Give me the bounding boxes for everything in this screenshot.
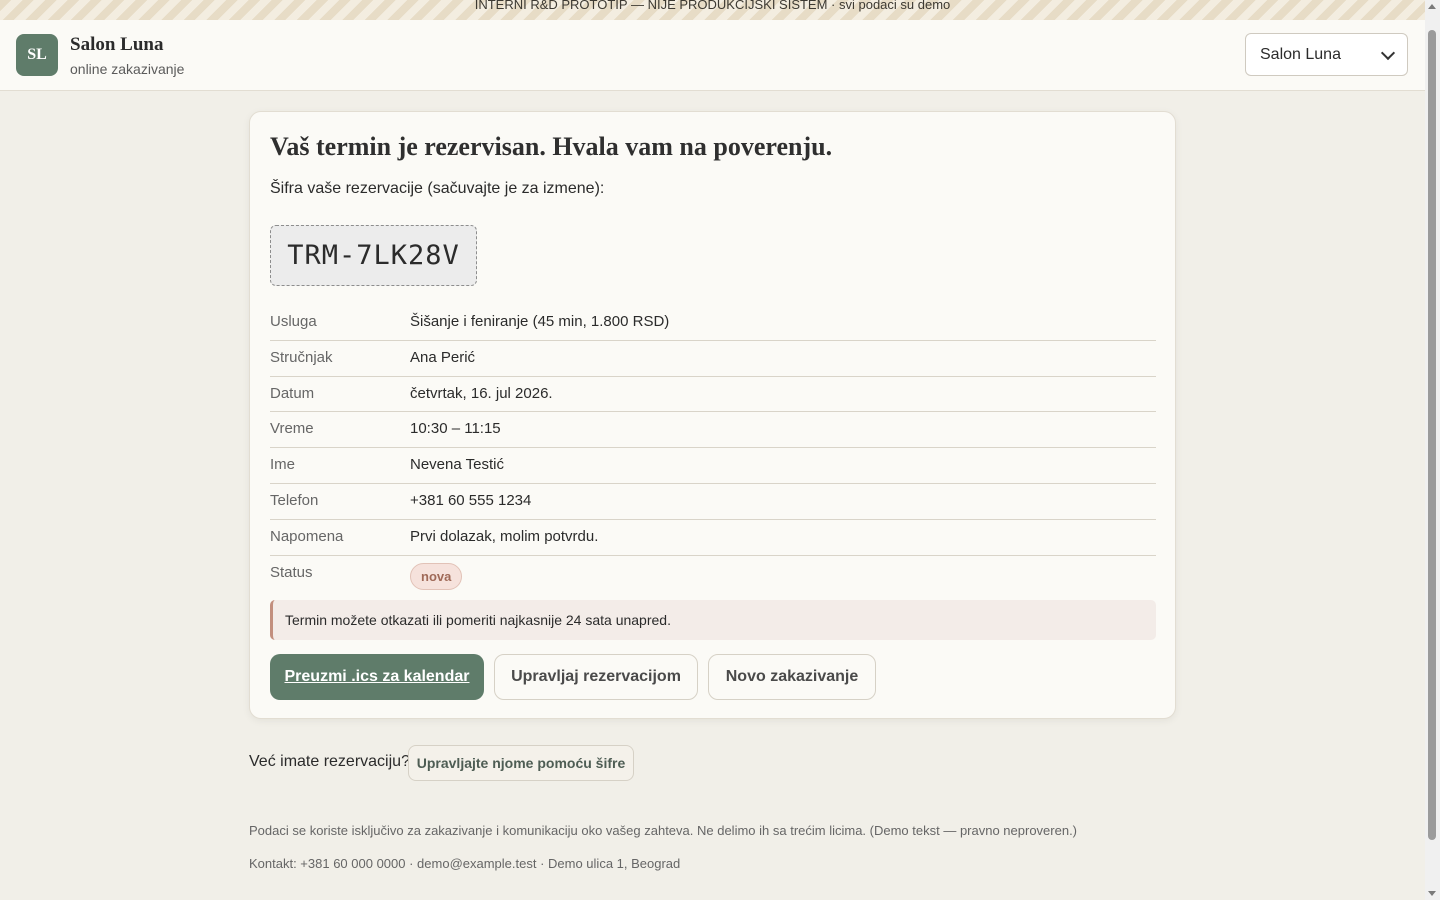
vertical-scrollbar[interactable] (1425, 0, 1440, 900)
detail-label: Usluga (270, 313, 317, 330)
detail-label: Stručnjak (270, 348, 333, 366)
contact-info: Kontakt: +381 60 000 0000 · demo@example… (249, 856, 681, 871)
scroll-up-icon[interactable] (1428, 4, 1436, 9)
prototype-banner: INTERNI R&D PROTOTIP — NIJE PRODUKCIJSKI… (0, 0, 1425, 21)
code-intro: Šifra vaše rezervacije (sačuvajte je za … (270, 180, 605, 197)
detail-row-name: Ime Nevena Testić (270, 448, 1156, 484)
detail-value: 10:30 – 11:15 (410, 420, 501, 438)
brand-subtitle: online zakazivanje (70, 61, 185, 77)
detail-label: Datum (270, 384, 315, 402)
new-booking-button[interactable]: Novo zakazivanje (708, 654, 876, 700)
detail-value: četvrtak, 16. jul 2026. (410, 384, 553, 402)
existing-reservation-text: Već imate rezervaciju? (249, 753, 410, 770)
salon-select-value: Salon Luna (1260, 45, 1341, 63)
detail-label: Ime (270, 456, 296, 474)
detail-row-time: Vreme 10:30 – 11:15 (270, 412, 1156, 449)
cancellation-notice: Termin možete otkazati ili pomeriti najk… (270, 600, 1156, 640)
detail-value: +381 60 555 1234 (410, 491, 532, 509)
manage-by-code-button[interactable]: Upravljajte njome pomoću šifre (408, 745, 634, 781)
scroll-thumb[interactable] (1428, 30, 1436, 840)
page: INTERNI R&D PROTOTIP — NIJE PRODUKCIJSKI… (0, 0, 1425, 900)
site-header: SL Salon Luna online zakazivanje Salon L… (0, 20, 1425, 91)
detail-row-specialist: Stručnjak Ana Perić (270, 341, 1156, 377)
detail-value: Ana Perić (410, 348, 476, 366)
detail-value: Šišanje i feniranje (45 min, 1.800 RSD) (410, 313, 670, 330)
manage-reservation-button[interactable]: Upravljaj rezervacijom (494, 654, 698, 700)
detail-value: Prvi dolazak, molim potvrdu. (410, 527, 599, 545)
status-badge: nova (410, 562, 463, 590)
detail-value: Nevena Testić (410, 456, 504, 474)
detail-label: Napomena (270, 527, 344, 545)
detail-row-phone: Telefon +381 60 555 1234 (270, 484, 1156, 520)
reservation-code[interactable]: TRM-7LK28V (270, 225, 477, 286)
privacy-notice: Podaci se koriste isključivo za zakaziva… (249, 823, 1078, 838)
salon-logo[interactable]: SL (16, 34, 58, 76)
download-ics-button[interactable]: Preuzmi .ics za kalendar (270, 654, 484, 700)
detail-label: Telefon (270, 491, 319, 509)
detail-row-service: Usluga Šišanje i feniranje (45 min, 1.80… (270, 305, 1156, 341)
detail-label: Vreme (270, 420, 314, 438)
detail-row-date: Datum četvrtak, 16. jul 2026. (270, 377, 1156, 413)
salon-select[interactable]: Salon Luna (1245, 33, 1408, 76)
detail-row-note: Napomena Prvi dolazak, molim potvrdu. (270, 520, 1156, 556)
scroll-down-icon[interactable] (1428, 891, 1436, 896)
brand-name: Salon Luna (70, 34, 164, 55)
detail-row-status: Status nova (270, 556, 1156, 591)
confirmation-card: Vaš termin je rezervisan. Hvala vam na p… (249, 111, 1176, 719)
chevron-down-icon (1380, 45, 1396, 60)
detail-label: Status (270, 563, 313, 581)
confirmation-title: Vaš termin je rezervisan. Hvala vam na p… (270, 132, 833, 161)
reservation-details: Usluga Šišanje i feniranje (45 min, 1.80… (270, 305, 1156, 590)
